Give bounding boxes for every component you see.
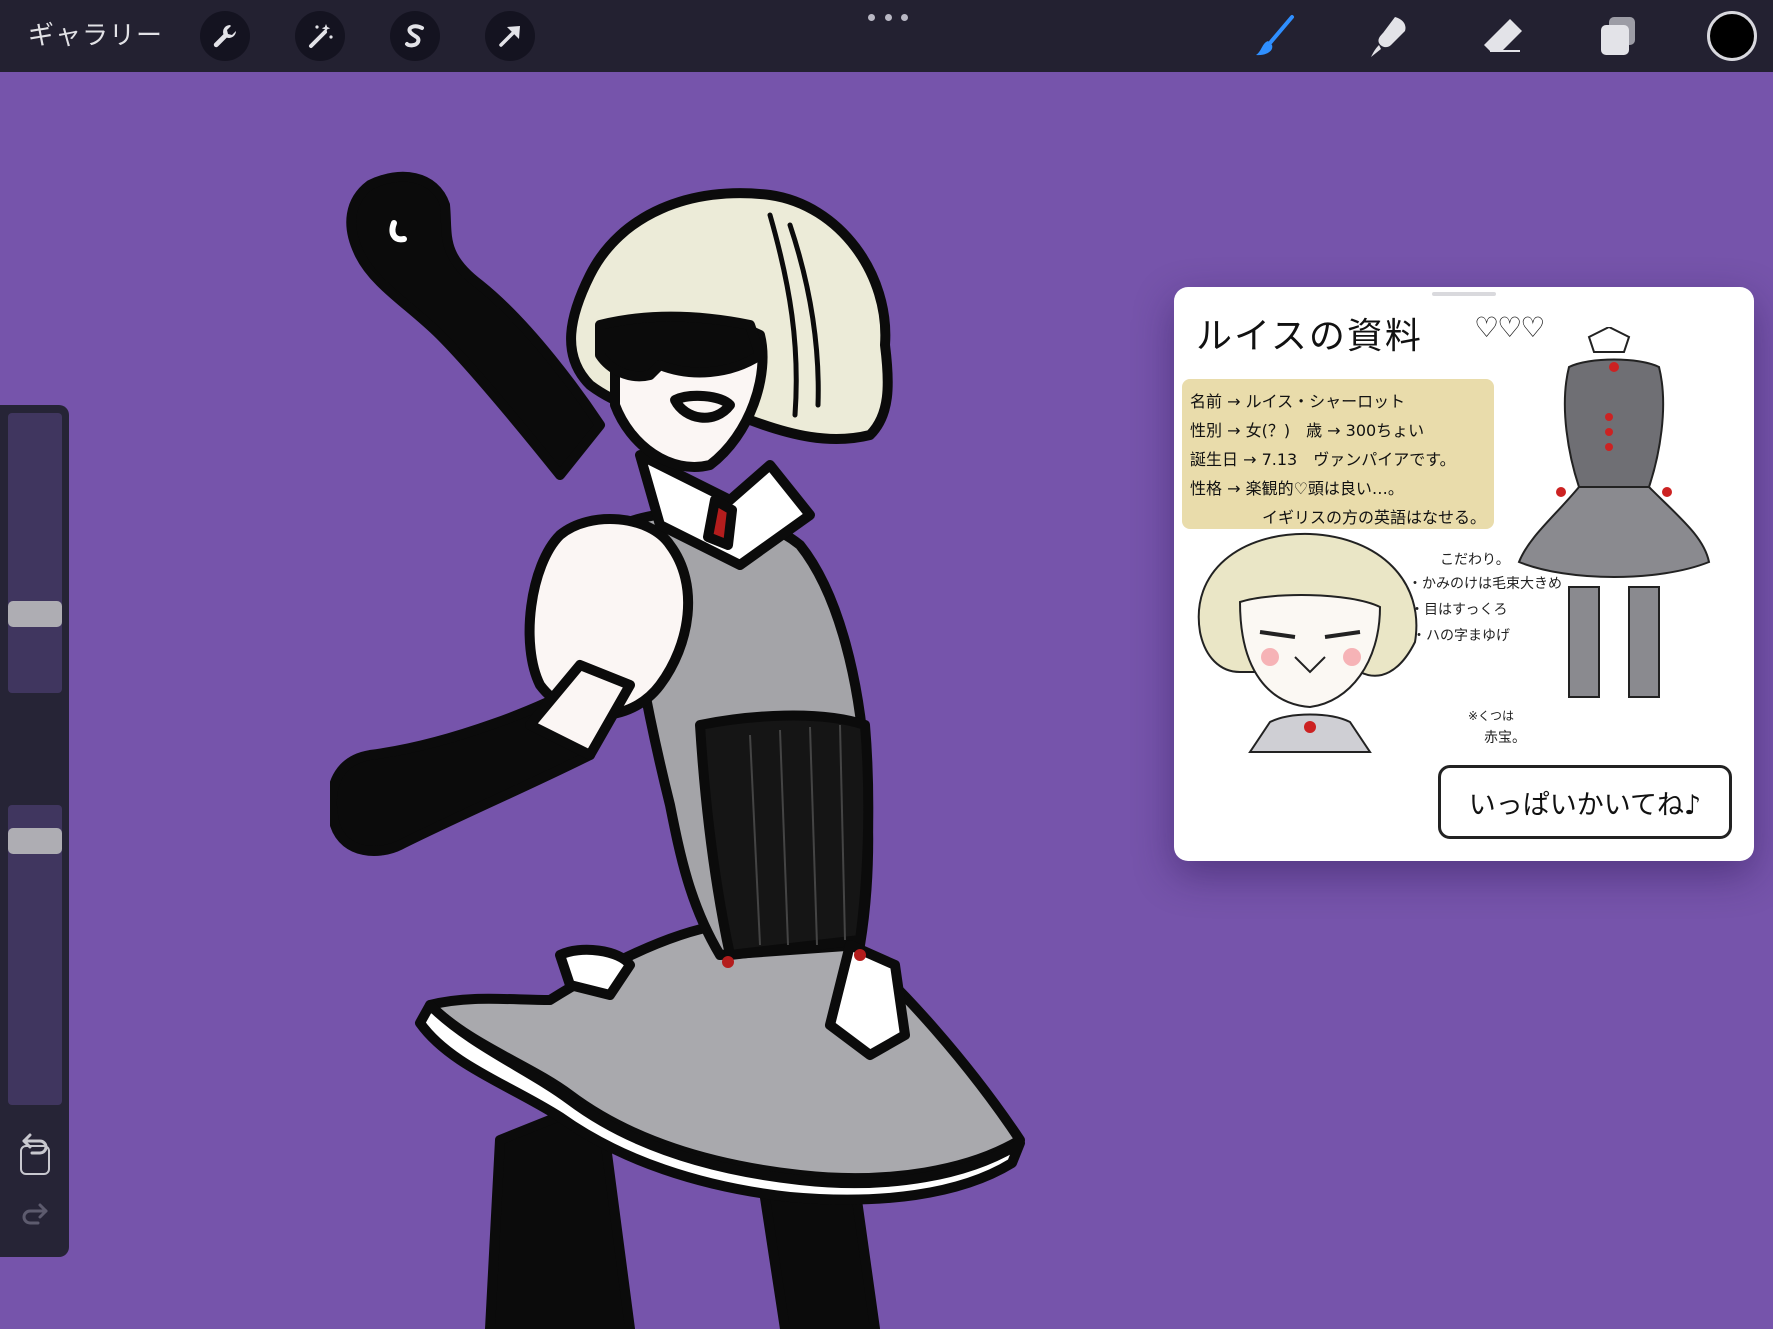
note-line: ・かみのけは毛束大きめ [1408,576,1562,592]
redo-button[interactable] [16,1197,54,1231]
color-swatch-button[interactable] [1707,11,1757,61]
info-line: 性別 → 女(？) 歳 → 300ちょい [1190,421,1425,440]
brush-icon [1256,15,1294,56]
adjustments-button[interactable] [295,11,345,61]
selection-button[interactable] [390,11,440,61]
magic-wand-icon [309,24,333,48]
top-toolbar: ギャラリー [0,0,1773,72]
more-dots-icon[interactable] [868,11,908,23]
character-info-box: 名前 → ルイス・シャーロット 性別 → 女(？) 歳 → 300ちょい 誕生日… [1182,379,1494,529]
speech-bubble: いっぱいかいてね♪ [1438,765,1732,839]
smudge-icon [1371,17,1406,57]
undo-button[interactable] [16,1127,54,1161]
wrench-icon [213,25,236,48]
arrow-cursor-icon [499,26,520,47]
left-sidebar [0,405,69,1257]
actions-button[interactable] [200,11,250,61]
undo-icon [22,1133,48,1155]
selection-s-icon [405,24,424,48]
opacity-slider[interactable] [8,805,62,1105]
brush-size-slider[interactable] [8,413,62,693]
reference-drag-handle[interactable] [1432,292,1496,296]
layers-icon [1601,17,1635,55]
gem-note: ※くつは [1468,709,1515,723]
canvas-artwork[interactable] [330,165,1190,1329]
smudge-button[interactable] [1363,12,1413,60]
info-line: 名前 → ルイス・シャーロット [1190,392,1406,411]
reference-title: ルイスの資料 [1196,316,1423,357]
notes-header: こだわり。 [1440,552,1510,568]
eraser-icon [1484,19,1522,52]
gem-note-2: 赤宝。 [1484,730,1526,746]
info-line: 性格 → 楽観的♡頭は良い…。 [1190,479,1404,498]
redo-icon [22,1203,48,1225]
eraser-button[interactable] [1478,12,1528,60]
brush-size-thumb[interactable] [8,601,62,627]
gallery-button[interactable]: ギャラリー [28,18,163,54]
brush-button[interactable] [1250,12,1300,60]
outfit-sketch [1517,327,1711,698]
transform-button[interactable] [485,11,535,61]
reference-panel[interactable]: ルイスの資料 ♡♡♡ 名前 → ルイス・シャーロット 性別 → 女(？) 歳 →… [1174,287,1754,861]
face-sketch [1197,532,1418,753]
layers-button[interactable] [1593,12,1643,60]
opacity-thumb[interactable] [8,828,62,854]
note-line: ・ハの字まゆげ [1412,628,1510,644]
note-line: ・目はすっくろ [1410,602,1508,618]
info-line: 誕生日 → 7.13 ヴァンパイアです。 [1190,450,1456,469]
